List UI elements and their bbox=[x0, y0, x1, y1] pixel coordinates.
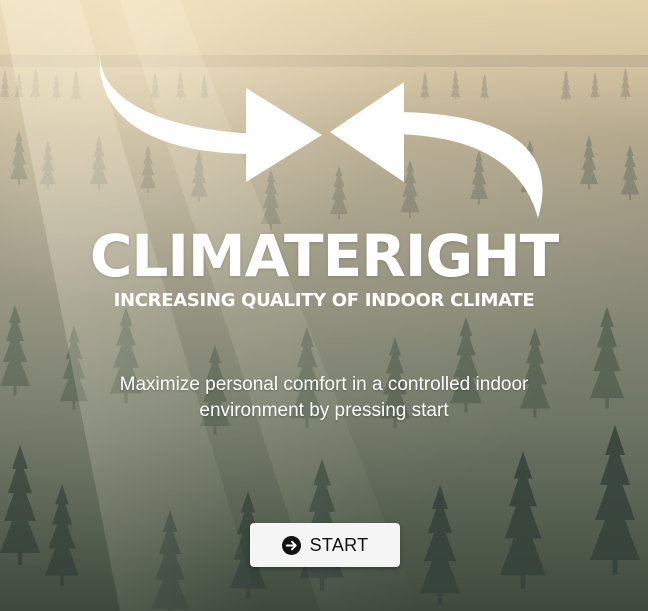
tagline-text: Maximize personal comfort in a controlle… bbox=[119, 374, 529, 421]
arrow-circle-right-icon bbox=[281, 535, 301, 555]
start-button[interactable]: START bbox=[250, 523, 400, 567]
splash-screen: CLIMATERIGHT INCREASING QUALITY OF INDOO… bbox=[0, 0, 648, 611]
brand-title: CLIMATERIGHT bbox=[89, 222, 559, 290]
start-button-label: START bbox=[309, 534, 369, 555]
brand-subtitle: INCREASING QUALITY OF INDOOR CLIMATE bbox=[113, 290, 535, 311]
